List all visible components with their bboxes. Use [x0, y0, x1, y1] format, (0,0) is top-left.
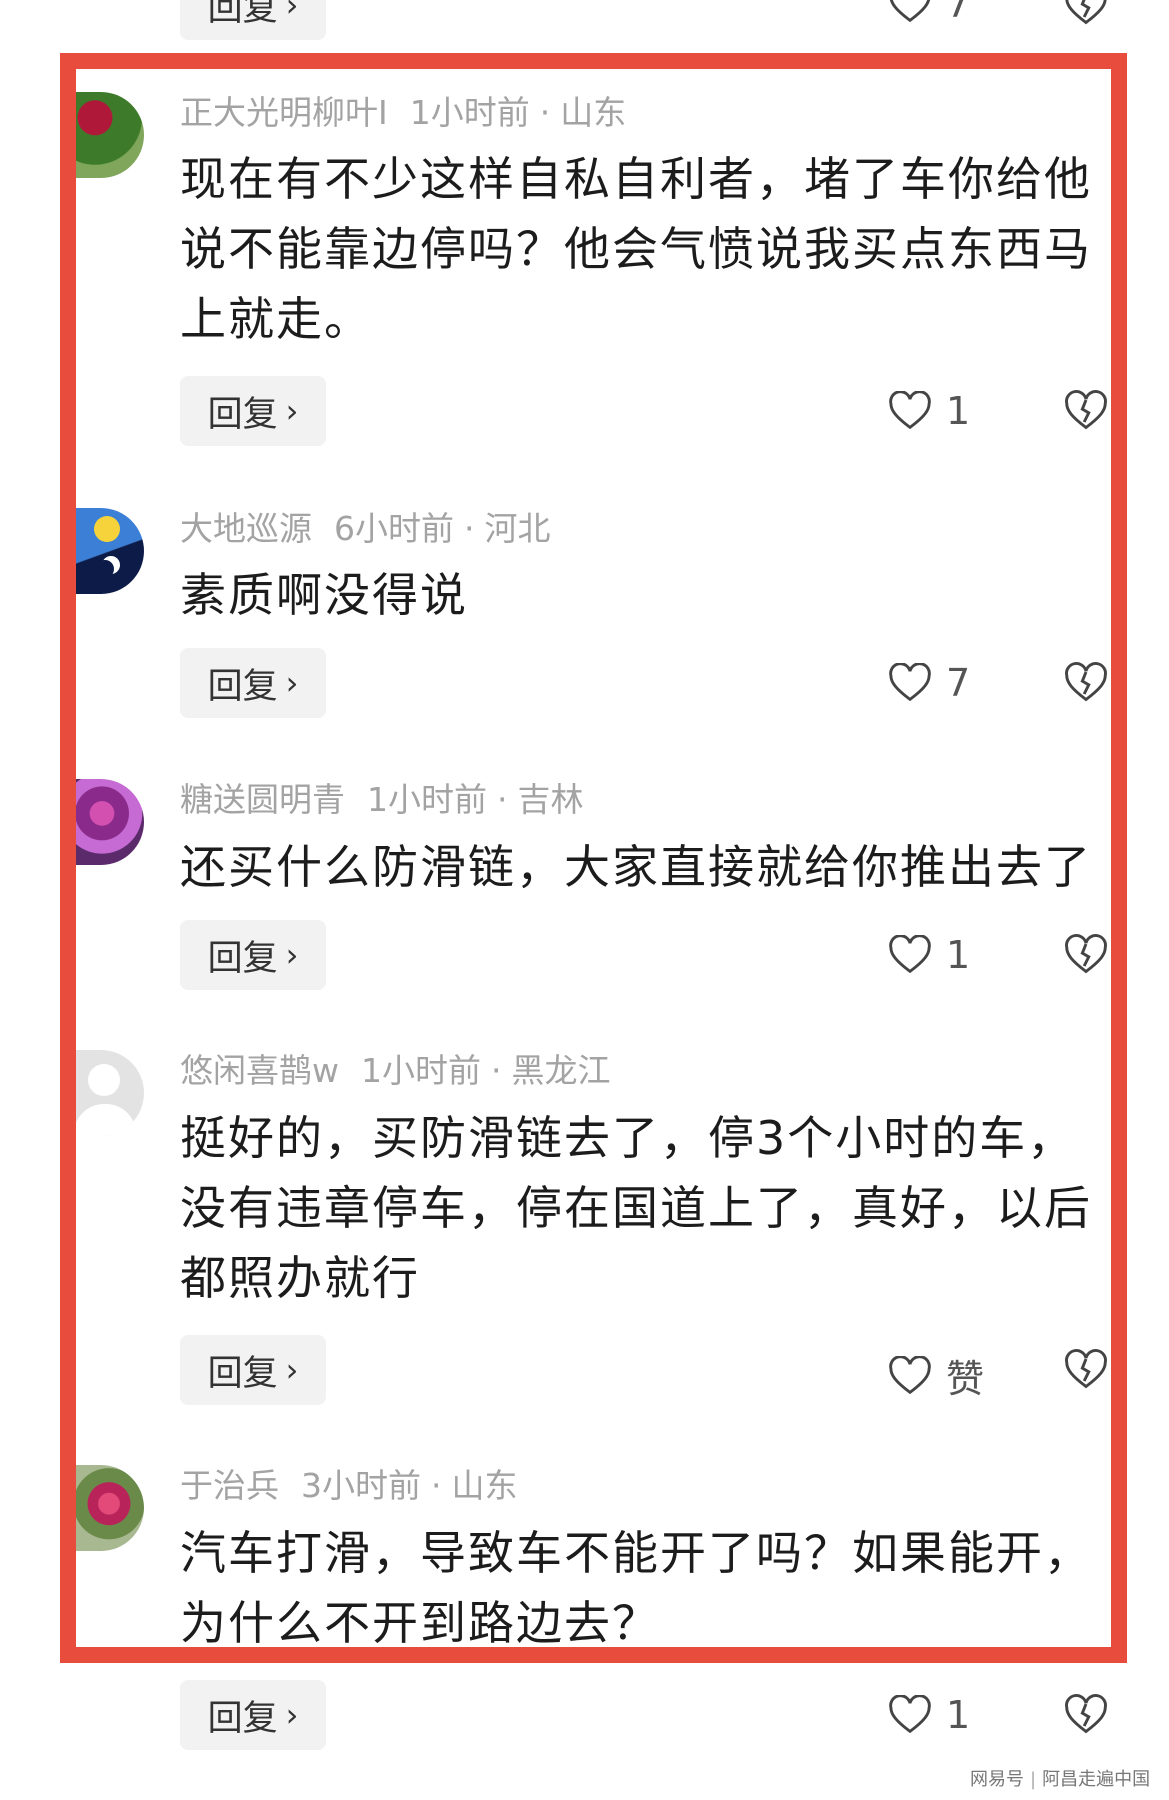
watermark-account: 阿昌走遍中国	[1042, 1769, 1151, 1790]
chevron-right-icon: ›	[285, 1696, 299, 1734]
like-count: 7	[946, 0, 971, 26]
reply-label: 回复	[207, 1698, 278, 1739]
dislike-button[interactable]	[1064, 1693, 1108, 1737]
chevron-right-icon: ›	[285, 0, 299, 24]
like-button[interactable]: 1	[888, 1693, 986, 1737]
reply-button[interactable]: 回复 ›	[180, 1680, 326, 1750]
dislike-button[interactable]	[1064, 0, 1108, 28]
like-button[interactable]: 7	[888, 0, 986, 26]
reply-label: 回复	[207, 0, 278, 29]
watermark: 网易号 | 阿昌走遍中国	[970, 1769, 1151, 1790]
reply-button[interactable]: 回复 ›	[180, 0, 326, 40]
broken-heart-icon	[1065, 1694, 1107, 1734]
watermark-brand: 网易号	[970, 1769, 1024, 1790]
heart-icon	[889, 1695, 931, 1734]
previous-comment-actions: 回复 › 7	[0, 0, 1169, 40]
comment-page: 回复 › 7 正大光明柳叶Ⅰ 1小时前 · 山东 现在有不少这样自私自利者，堵了车你给…	[0, 0, 1169, 1800]
broken-heart-icon	[1065, 0, 1107, 25]
highlight-annotation-box	[60, 53, 1127, 1663]
like-count: 1	[946, 1693, 971, 1737]
heart-icon	[889, 0, 931, 23]
